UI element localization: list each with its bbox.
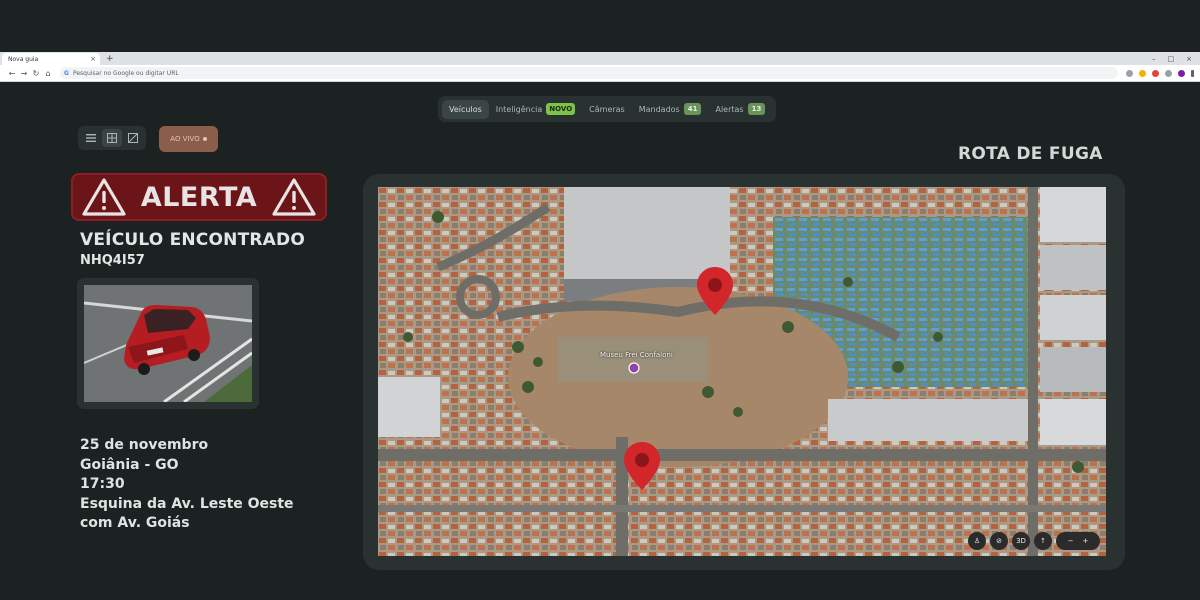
vehicle-photo-frame [77, 278, 259, 409]
puzzle-icon[interactable] [1165, 69, 1172, 77]
window-controls: – □ × [1152, 53, 1200, 65]
tab-alertas[interactable]: Alertas 13 [708, 98, 772, 120]
count-badge: 41 [683, 103, 702, 115]
forward-icon[interactable]: → [18, 69, 30, 78]
warning-icon [82, 178, 126, 216]
event-details: 25 de novembro Goiânia - GO 17:30 Esquin… [80, 436, 294, 534]
grid-view-button[interactable] [102, 129, 122, 147]
tab-cameras[interactable]: Câmeras [582, 100, 632, 119]
minimize-button[interactable]: – [1152, 53, 1156, 65]
count-badge: 13 [747, 103, 766, 115]
license-plate: NHQ4I57 [80, 253, 145, 268]
image-icon [128, 133, 139, 143]
share-icon[interactable] [1126, 69, 1133, 77]
maximize-button[interactable]: □ [1168, 53, 1175, 65]
tilt-3d-button[interactable]: 3D [1012, 532, 1030, 550]
layers-icon[interactable]: ⊘ [990, 532, 1008, 550]
poi-label[interactable]: Museu Frei Confaloni [600, 351, 673, 359]
compass-icon[interactable]: ↑ [1034, 532, 1052, 550]
omnibox[interactable]: G Pesquisar no Google ou digitar URL [60, 67, 1118, 79]
google-icon: G [64, 69, 69, 77]
omnibox-placeholder: Pesquisar no Google ou digitar URL [72, 69, 179, 77]
map-controls: ♙ ⊘ 3D ↑ − + [968, 532, 1100, 550]
zoom-control: − + [1056, 532, 1100, 550]
tab-close-icon[interactable]: × [90, 55, 96, 63]
event-city: Goiânia - GO [80, 456, 179, 473]
live-label: AO VIVO [170, 135, 200, 143]
vehicle-photo[interactable] [84, 285, 252, 402]
tab-inteligencia[interactable]: Inteligência NOVO [489, 98, 582, 120]
view-toggle [78, 126, 146, 150]
satellite-map[interactable]: Museu Frei Confaloni ♙ ⊘ 3D ↑ − + [378, 187, 1106, 556]
event-location-line2: com Av. Goiás [80, 515, 190, 531]
grid-icon [106, 133, 117, 143]
home-icon[interactable]: ⌂ [42, 69, 54, 78]
profile-avatar[interactable] [1178, 69, 1185, 77]
bookmark-star-icon[interactable] [1139, 69, 1146, 77]
live-button[interactable]: AO VIVO [159, 126, 218, 152]
back-icon[interactable]: ← [6, 69, 18, 78]
red-car-photo [84, 285, 252, 402]
tab-bar: Nova guia × + – □ × [0, 52, 1200, 65]
reload-icon[interactable]: ↻ [30, 69, 42, 78]
event-location-line1: Esquina da Av. Leste Oeste [80, 495, 294, 512]
tab-label: Alertas [715, 104, 744, 114]
new-badge: NOVO [546, 103, 576, 115]
extension-icon[interactable] [1152, 69, 1159, 77]
map-frame: Museu Frei Confaloni ♙ ⊘ 3D ↑ − + [363, 174, 1125, 570]
list-icon [85, 134, 96, 142]
browser-window: Nova guia × + – □ × ← → ↻ ⌂ G Pesquisar … [0, 52, 1200, 82]
map-imagery [378, 187, 1106, 556]
event-time: 17:30 [80, 476, 125, 492]
list-view-button[interactable] [81, 129, 100, 147]
alert-banner: ALERTA [71, 173, 327, 221]
tab-label: Inteligência [495, 104, 543, 114]
warning-icon [272, 178, 316, 216]
image-view-button[interactable] [124, 129, 143, 147]
close-window-button[interactable]: × [1186, 53, 1192, 65]
tab-title: Nova guia [8, 55, 39, 63]
tab-label: Câmeras [589, 104, 625, 114]
tab-veiculos[interactable]: Veículos [442, 99, 489, 119]
new-tab-button[interactable]: + [106, 53, 114, 65]
route-title: ROTA DE FUGA [958, 144, 1103, 164]
vehicle-found-title: VEÍCULO ENCONTRADO [80, 230, 305, 250]
extension-icons [1126, 69, 1194, 77]
browser-tab[interactable]: Nova guia × [2, 53, 100, 65]
top-navigation: Veículos Inteligência NOVO Câmeras Manda… [438, 96, 776, 122]
zoom-out-icon[interactable]: − [1068, 537, 1074, 545]
address-bar: ← → ↻ ⌂ G Pesquisar no Google ou digitar… [0, 65, 1200, 82]
zoom-in-icon[interactable]: + [1083, 537, 1089, 545]
tab-mandados[interactable]: Mandados 41 [632, 98, 709, 120]
pegman-icon[interactable]: ♙ [968, 532, 986, 550]
tab-label: Veículos [449, 104, 482, 114]
alert-label: ALERTA [140, 181, 258, 213]
menu-dots-icon[interactable] [1191, 69, 1194, 77]
live-dot-icon [202, 137, 207, 141]
tab-label: Mandados [638, 104, 680, 114]
event-date: 25 de novembro [80, 437, 209, 453]
